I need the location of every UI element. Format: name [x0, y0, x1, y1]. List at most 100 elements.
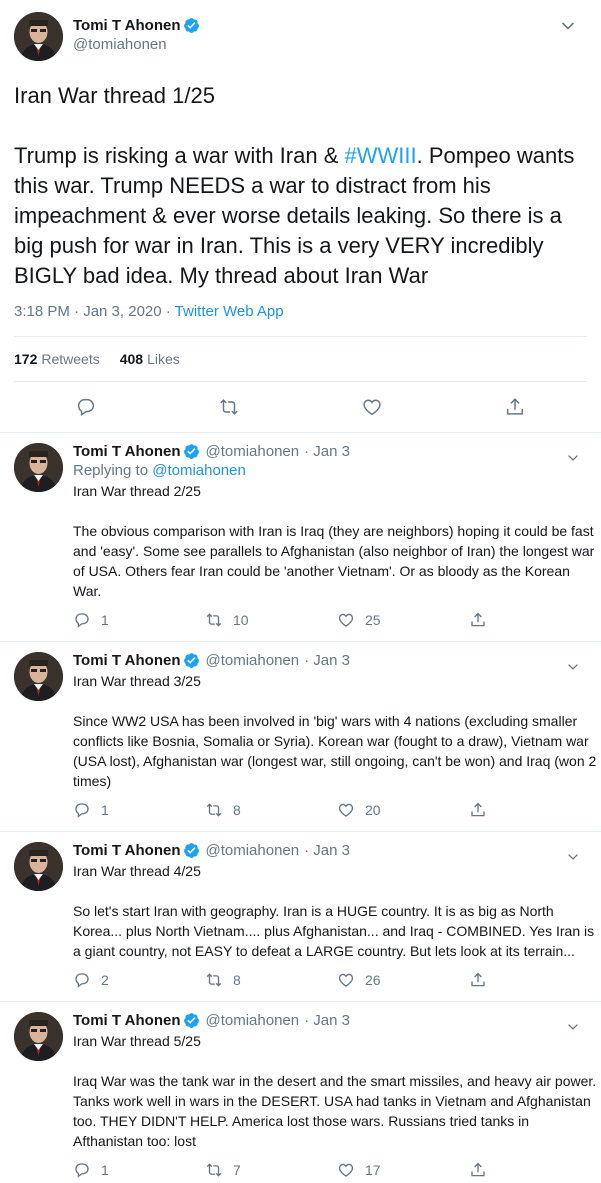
share-icon — [471, 612, 485, 627]
reply-button[interactable]: 1 — [73, 801, 205, 819]
list-item[interactable]: Tomi T Ahonen @tomiahonen · Jan 3 Replyi… — [0, 433, 601, 642]
share-icon[interactable] — [504, 396, 526, 418]
retweet-icon — [206, 973, 222, 987]
reply-button[interactable]: 1 — [73, 611, 205, 629]
retweet-button[interactable]: 8 — [205, 971, 337, 989]
reply-icon — [75, 803, 89, 818]
share-icon — [471, 1162, 485, 1177]
share-button[interactable] — [469, 801, 601, 819]
avatar[interactable] — [14, 1012, 63, 1061]
like-icon — [338, 803, 354, 817]
tweet-actions: 1 8 20 — [73, 801, 601, 819]
author-handle[interactable]: @tomiahonen — [205, 842, 299, 859]
chevron-down-icon[interactable] — [567, 848, 579, 866]
tweet-thread: Tomi T Ahonen @tomiahonen Iran War threa… — [0, 0, 601, 1183]
timestamp[interactable]: · Jan 3 — [304, 842, 350, 859]
author-name[interactable]: Tomi T Ahonen — [73, 842, 180, 859]
engagement-counts: 172 Retweets 408 Likes — [14, 336, 587, 382]
verified-badge-icon — [183, 17, 200, 34]
timestamp[interactable]: · Jan 3 — [304, 443, 350, 460]
author-name[interactable]: Tomi T Ahonen — [73, 17, 180, 34]
timestamp[interactable]: · Jan 3 — [304, 652, 350, 669]
replies-list: Tomi T Ahonen @tomiahonen · Jan 3 Replyi… — [0, 433, 601, 1183]
list-item[interactable]: Tomi T Ahonen @tomiahonen · Jan 3 Iran W… — [0, 642, 601, 832]
list-item[interactable]: Tomi T Ahonen @tomiahonen · Jan 3 Iran W… — [0, 832, 601, 1002]
like-button[interactable]: 20 — [337, 801, 469, 819]
like-count: 20 — [365, 802, 381, 818]
chevron-down-icon[interactable] — [567, 449, 579, 467]
like-count: 25 — [365, 612, 381, 628]
hashtag-link[interactable]: #WWIII — [345, 143, 417, 168]
source-link[interactable]: Twitter Web App — [175, 303, 284, 320]
retweets-count[interactable]: 172 Retweets — [14, 351, 100, 367]
avatar[interactable] — [14, 842, 63, 891]
retweet-button[interactable]: 8 — [205, 801, 337, 819]
tweet-actions: 1 10 25 — [73, 611, 601, 629]
like-icon — [338, 1163, 354, 1177]
tweet-meta: 3:18 PM · Jan 3, 2020 · Twitter Web App — [14, 303, 587, 336]
reply-count: 1 — [101, 1162, 109, 1178]
reply-icon — [75, 973, 89, 988]
verified-badge-icon — [183, 1012, 200, 1029]
avatar[interactable] — [14, 652, 63, 701]
list-item[interactable]: Tomi T Ahonen @tomiahonen · Jan 3 Iran W… — [0, 1002, 601, 1183]
reply-count: 1 — [101, 802, 109, 818]
retweet-icon — [206, 803, 222, 817]
tweet-text: Iran War thread 3/25 Since WW2 USA has b… — [73, 673, 597, 789]
main-tweet: Tomi T Ahonen @tomiahonen Iran War threa… — [0, 0, 601, 433]
tweet-text: Iran War thread 4/25 So let's start Iran… — [73, 863, 595, 959]
like-button[interactable]: 26 — [337, 971, 469, 989]
retweet-icon[interactable] — [218, 396, 240, 418]
tweet-actions: 1 7 17 — [73, 1161, 601, 1179]
retweet-button[interactable]: 10 — [205, 611, 337, 629]
reply-count: 2 — [101, 972, 109, 988]
mention-link[interactable]: @tomiahonen — [152, 462, 246, 479]
chevron-down-icon[interactable] — [561, 18, 575, 36]
reply-icon — [75, 1163, 89, 1178]
timestamp[interactable]: · Jan 3 — [304, 1012, 350, 1029]
author-name[interactable]: Tomi T Ahonen — [73, 652, 180, 669]
reply-button[interactable]: 2 — [73, 971, 205, 989]
author-handle[interactable]: @tomiahonen — [205, 652, 299, 669]
reply-icon — [75, 613, 89, 628]
tweet-text-part: Iran War thread 1/25 Trump is risking a … — [14, 83, 339, 168]
like-button[interactable]: 17 — [337, 1161, 469, 1179]
share-icon — [471, 972, 485, 987]
replying-to: Replying to @tomiahonen — [73, 462, 246, 479]
like-icon — [338, 613, 354, 627]
reply-icon[interactable] — [75, 396, 97, 418]
retweet-count: 7 — [233, 1162, 241, 1178]
timestamp[interactable]: 3:18 PM · Jan 3, 2020 · — [14, 303, 175, 320]
tweet-header: Tomi T Ahonen @tomiahonen — [14, 12, 587, 61]
share-button[interactable] — [469, 611, 601, 629]
like-button[interactable]: 25 — [337, 611, 469, 629]
retweet-icon — [206, 613, 222, 627]
author-handle[interactable]: @tomiahonen — [205, 1012, 299, 1029]
verified-badge-icon — [183, 443, 200, 460]
retweet-button[interactable]: 7 — [205, 1161, 337, 1179]
tweet-text: Iran War thread 5/25 Iraq War was the ta… — [73, 1033, 597, 1149]
retweet-count: 10 — [233, 612, 249, 628]
author-handle[interactable]: @tomiahonen — [205, 443, 299, 460]
chevron-down-icon[interactable] — [567, 658, 579, 676]
verified-badge-icon — [183, 652, 200, 669]
like-icon — [338, 973, 354, 987]
share-button[interactable] — [469, 1161, 601, 1179]
tweet-actions: 2 8 26 — [73, 971, 601, 989]
tweet-text: Iran War thread 2/25 The obvious compari… — [73, 483, 595, 599]
reply-button[interactable]: 1 — [73, 1161, 205, 1179]
chevron-down-icon[interactable] — [567, 1018, 579, 1036]
tweet-text: Iran War thread 1/25 Trump is risking a … — [14, 81, 587, 291]
author-handle[interactable]: @tomiahonen — [73, 36, 200, 53]
tweet-actions — [14, 382, 587, 432]
avatar[interactable] — [14, 12, 63, 61]
likes-count[interactable]: 408 Likes — [120, 351, 180, 367]
share-icon — [471, 802, 485, 817]
like-icon[interactable] — [361, 396, 383, 418]
like-count: 17 — [365, 1162, 381, 1178]
avatar[interactable] — [14, 443, 63, 492]
author-name[interactable]: Tomi T Ahonen — [73, 1012, 180, 1029]
verified-badge-icon — [183, 842, 200, 859]
share-button[interactable] — [469, 971, 601, 989]
author-name[interactable]: Tomi T Ahonen — [73, 443, 180, 460]
